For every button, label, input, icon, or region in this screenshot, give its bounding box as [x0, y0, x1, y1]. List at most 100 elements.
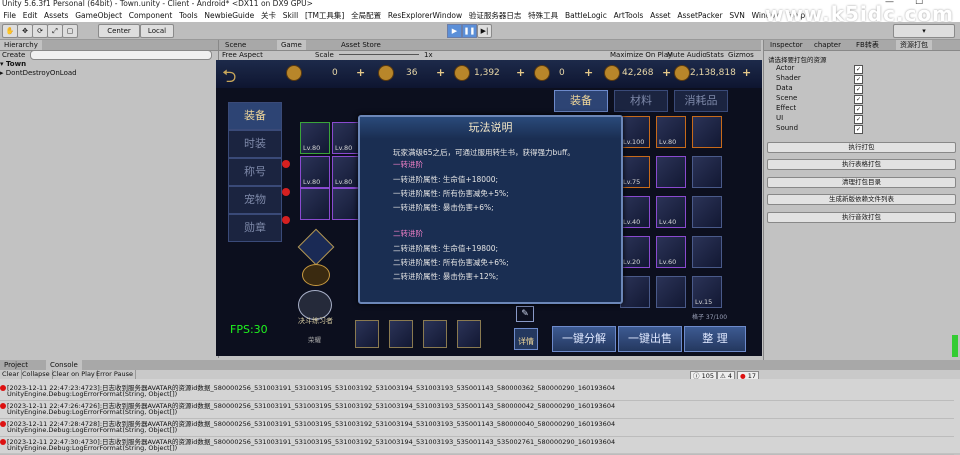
- error-pause-button[interactable]: Error Pause: [94, 370, 137, 379]
- create-dropdown[interactable]: Create: [2, 51, 25, 59]
- clear-button[interactable]: Clear: [0, 370, 22, 379]
- rotate-tool-icon[interactable]: ⟳: [32, 24, 48, 38]
- resource-plus-button[interactable]: +: [742, 66, 751, 79]
- menu-assetpacker[interactable]: AssetPacker: [674, 11, 726, 20]
- tab-hierarchy[interactable]: Hierarchy: [0, 40, 42, 50]
- sound-checkbox[interactable]: ✓: [854, 125, 863, 134]
- move-tool-icon[interactable]: ✥: [17, 24, 33, 38]
- pivot-toggle[interactable]: Center: [98, 24, 140, 38]
- menu-resexplorer[interactable]: ResExplorerWindow: [385, 11, 466, 20]
- build-table-pack-button[interactable]: 执行表格打包: [767, 159, 956, 170]
- resource-plus-button[interactable]: +: [584, 66, 593, 79]
- gizmos-dropdown[interactable]: Gizmos: [728, 51, 754, 59]
- log-row[interactable]: [2023-12-11 22:47:28:4728]:日志收到服务器AVATAR…: [0, 418, 954, 437]
- item-slot[interactable]: [692, 196, 722, 228]
- menu-special-tools[interactable]: 特殊工具: [525, 10, 562, 21]
- side-tab-equipment[interactable]: 装备: [228, 102, 282, 130]
- step-button[interactable]: ▶|: [477, 24, 492, 38]
- resource-plus-button[interactable]: +: [436, 66, 445, 79]
- menu-global-config[interactable]: 全局配置: [348, 10, 385, 21]
- item-slot[interactable]: Lv.60: [656, 236, 686, 268]
- item-slot[interactable]: [620, 276, 650, 308]
- quick-decompose-button[interactable]: 一键分解: [552, 326, 616, 352]
- side-tab-pet[interactable]: 宠物: [228, 186, 282, 214]
- maximize-on-play-toggle[interactable]: Maximize On Play: [610, 51, 672, 59]
- scene-item-town[interactable]: ▾ Town: [0, 60, 26, 68]
- gen-dependency-list-button[interactable]: 生成新版依赖文件列表: [767, 194, 956, 205]
- menu-skill[interactable]: Skill: [279, 11, 301, 20]
- item-slot[interactable]: Lv.20: [620, 236, 650, 268]
- sort-button[interactable]: 整 理: [684, 326, 746, 352]
- collapse-button[interactable]: Collapse: [20, 370, 53, 379]
- edit-icon[interactable]: ✎: [516, 306, 534, 322]
- clear-on-play-button[interactable]: Clear on Play: [50, 370, 98, 379]
- scene-checkbox[interactable]: ✓: [854, 95, 863, 104]
- tab-resource-pack[interactable]: 资源打包: [896, 40, 932, 50]
- play-button[interactable]: ▶: [447, 24, 462, 38]
- log-row[interactable]: [2023-12-11 22:47:26:4726]:日志收到服务器AVATAR…: [0, 400, 954, 419]
- item-slot[interactable]: [692, 156, 722, 188]
- tab-asset-store[interactable]: Asset Store: [337, 40, 385, 50]
- scrollbar-thumb[interactable]: [952, 335, 958, 357]
- tab-consumables[interactable]: 消耗品: [674, 90, 728, 112]
- tab-fb-table[interactable]: FB转表: [852, 40, 883, 50]
- item-slot[interactable]: [656, 156, 686, 188]
- side-tab-title[interactable]: 称号: [228, 158, 282, 186]
- actor-checkbox[interactable]: ✓: [854, 65, 863, 74]
- equipment-slot[interactable]: Lv.80: [300, 156, 330, 188]
- equipment-slot[interactable]: [300, 188, 330, 220]
- tab-game[interactable]: Game: [277, 40, 306, 50]
- quick-slot[interactable]: [423, 320, 447, 348]
- ui-checkbox[interactable]: ✓: [854, 115, 863, 124]
- tab-chapter[interactable]: chapter: [810, 40, 845, 50]
- scale-tool-icon[interactable]: ⤢: [47, 24, 63, 38]
- item-slot[interactable]: Lv.75: [620, 156, 650, 188]
- detail-button[interactable]: 详情: [514, 328, 538, 350]
- item-slot[interactable]: [656, 276, 686, 308]
- item-slot[interactable]: Lv.15: [692, 276, 722, 308]
- menu-assets[interactable]: Assets: [41, 11, 72, 20]
- shader-checkbox[interactable]: ✓: [854, 75, 863, 84]
- item-slot[interactable]: Lv.40: [620, 196, 650, 228]
- item-slot[interactable]: [692, 236, 722, 268]
- resource-plus-button[interactable]: +: [356, 66, 365, 79]
- build-sound-pack-button[interactable]: 执行音效打包: [767, 212, 956, 223]
- resource-plus-button[interactable]: +: [516, 66, 525, 79]
- aspect-dropdown[interactable]: Free Aspect: [222, 51, 263, 59]
- item-slot[interactable]: Lv.100: [620, 116, 650, 148]
- menu-server-log[interactable]: 验证服务器日志: [466, 10, 525, 21]
- resource-plus-button[interactable]: +: [662, 66, 671, 79]
- tab-scene[interactable]: Scene: [221, 40, 250, 50]
- scene-item-dontdestroy[interactable]: ▸ DontDestroyOnLoad: [0, 69, 77, 77]
- menu-edit[interactable]: Edit: [19, 11, 40, 20]
- quick-slot[interactable]: [457, 320, 481, 348]
- quick-slot[interactable]: [355, 320, 379, 348]
- equipment-slot[interactable]: Lv.80: [300, 122, 330, 154]
- log-row[interactable]: [2023-12-11 22:47:23:4723]:日志收到服务器AVATAR…: [0, 382, 954, 401]
- scale-slider[interactable]: [339, 54, 419, 55]
- data-checkbox[interactable]: ✓: [854, 85, 863, 94]
- menu-newbieguide[interactable]: NewbieGuide: [201, 11, 258, 20]
- effect-checkbox[interactable]: ✓: [854, 105, 863, 114]
- back-arrow-icon[interactable]: ⮌: [222, 64, 236, 94]
- clean-pack-dir-button[interactable]: 清理打包目录: [767, 177, 956, 188]
- menu-gameobject[interactable]: GameObject: [72, 11, 126, 20]
- tab-inspector[interactable]: Inspector: [766, 40, 807, 50]
- space-toggle[interactable]: Local: [140, 24, 174, 38]
- menu-level[interactable]: 关卡: [258, 10, 280, 21]
- menu-asset[interactable]: Asset: [647, 11, 674, 20]
- menu-svn[interactable]: SVN: [726, 11, 748, 20]
- rect-tool-icon[interactable]: ▢: [62, 24, 78, 38]
- menu-tools[interactable]: Tools: [176, 11, 201, 20]
- hand-tool-icon[interactable]: ✋: [2, 24, 18, 38]
- tab-project[interactable]: Project: [0, 360, 32, 370]
- tab-console[interactable]: Console: [46, 360, 82, 370]
- pause-button[interactable]: ❚❚: [462, 24, 477, 38]
- mute-audio-toggle[interactable]: Mute Audio: [667, 51, 707, 59]
- log-row[interactable]: [2023-12-11 22:47:30:4730]:日志收到服务器AVATAR…: [0, 436, 954, 455]
- quick-slot[interactable]: [389, 320, 413, 348]
- side-tab-fashion[interactable]: 时装: [228, 130, 282, 158]
- menu-battlelogic[interactable]: BattleLogic: [562, 11, 611, 20]
- side-tab-medal[interactable]: 勋章: [228, 214, 282, 242]
- menu-tm-tools[interactable]: [TM工具集]: [302, 10, 348, 21]
